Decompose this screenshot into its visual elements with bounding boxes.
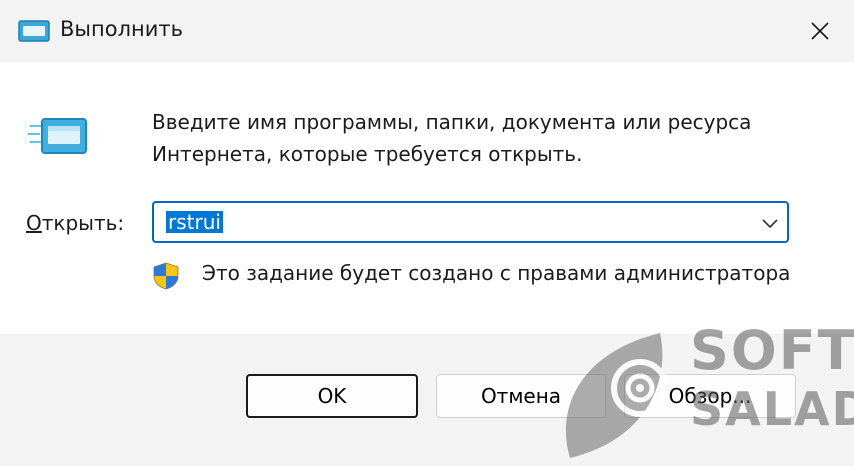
window-title: Выполнить: [60, 17, 183, 41]
open-combobox[interactable]: rstrui: [152, 201, 789, 243]
run-dialog: Выполнить Введите имя программы, папки, …: [0, 0, 854, 466]
title-bar: Выполнить: [0, 0, 854, 62]
description-line-2: Интернета, которые требуется открыть.: [152, 142, 583, 166]
chevron-down-icon[interactable]: [760, 214, 780, 232]
dialog-body: [0, 62, 854, 334]
browse-button[interactable]: Обзор...: [624, 374, 796, 418]
uac-shield-icon: [153, 262, 179, 290]
description: Введите имя программы, папки, документа …: [152, 106, 832, 170]
run-icon: [18, 20, 50, 42]
cancel-button[interactable]: Отмена: [436, 374, 606, 418]
ok-button[interactable]: OK: [246, 374, 418, 418]
open-label-accesskey: О: [26, 211, 42, 235]
open-input-value[interactable]: rstrui: [166, 211, 223, 233]
description-line-1: Введите имя программы, папки, документа …: [152, 110, 752, 134]
run-icon: [28, 118, 87, 154]
open-label-text: ткрыть:: [41, 211, 125, 235]
open-label: Открыть:: [26, 211, 124, 235]
close-icon: [811, 22, 829, 40]
close-button[interactable]: [790, 8, 850, 54]
admin-note: Это задание будет создано с правами адми…: [202, 261, 791, 285]
